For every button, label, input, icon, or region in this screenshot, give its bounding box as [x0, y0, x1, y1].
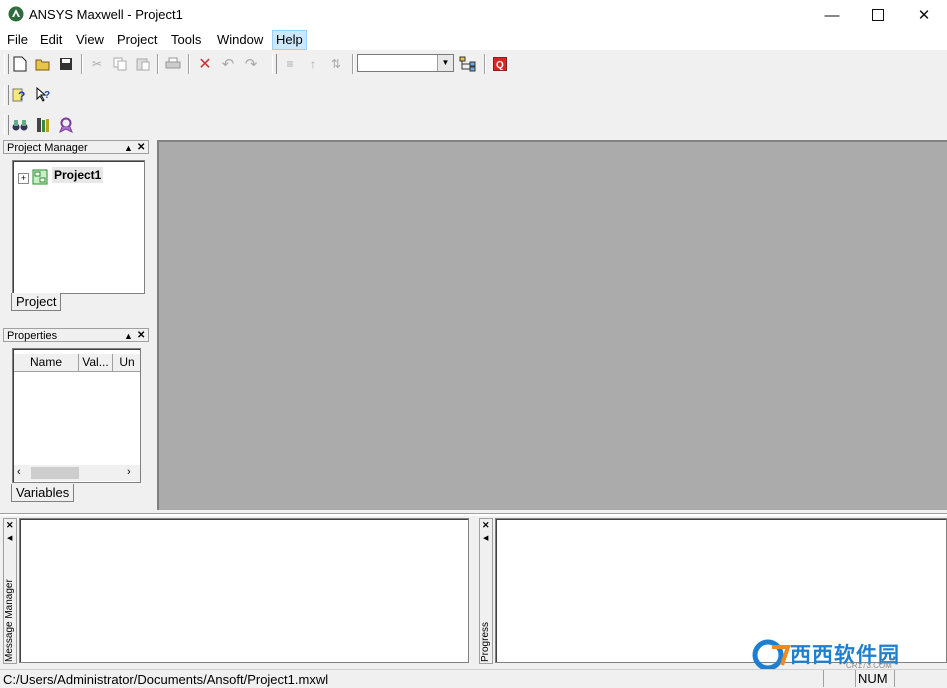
watermark-logo: 西西软件园 CR173.COM	[750, 637, 930, 671]
menu-window[interactable]: Window	[214, 31, 266, 49]
material-icon[interactable]	[56, 115, 76, 135]
horizontal-scrollbar[interactable]: ‹ ›	[14, 465, 140, 481]
num-lock-indicator: NUM	[855, 670, 895, 687]
close-button[interactable]: ✕	[901, 0, 947, 30]
close-panel-icon[interactable]: ✕	[137, 329, 145, 343]
menu-help[interactable]: Help	[272, 30, 307, 50]
message-manager-bar: ✕ ◀ Message Manager	[3, 518, 17, 664]
toolbar-separator	[484, 54, 486, 74]
paste-icon[interactable]	[133, 54, 153, 74]
tab-variables[interactable]: Variables	[11, 484, 75, 502]
progress-bar-panel: ✕ ◀ Progress	[479, 518, 493, 664]
collapse-icon[interactable]: ◀	[483, 534, 488, 542]
project-tree[interactable]: + Project1	[12, 160, 145, 294]
project-manager-header: Project Manager ▲ ✕	[3, 140, 149, 154]
copy-icon[interactable]	[110, 54, 130, 74]
print-icon[interactable]	[163, 54, 183, 74]
mdi-workspace[interactable]	[157, 140, 947, 510]
toolbar-separator	[157, 54, 159, 74]
toolbar-grip[interactable]	[4, 85, 9, 105]
status-bar: C:/Users/Administrator/Documents/Ansoft/…	[0, 669, 947, 688]
toolbar-grip[interactable]	[4, 54, 9, 74]
collapse-icon[interactable]: ▲	[124, 141, 133, 155]
standard-toolbar: ✂ ✕ ↶ ↷ ≡ ↑ ⇅ ▼ Q	[0, 52, 947, 76]
window-title: ANSYS Maxwell - Project1	[29, 7, 183, 22]
project-manager-title: Project Manager	[7, 142, 88, 154]
help-toolbar: ? ?	[0, 83, 947, 107]
close-panel-icon[interactable]: ✕	[482, 520, 490, 531]
toolbar-grip[interactable]	[4, 115, 9, 135]
maximize-button[interactable]	[855, 0, 901, 30]
delete-icon[interactable]: ✕	[195, 54, 215, 74]
properties-header: Properties ▲ ✕	[3, 328, 149, 342]
scroll-right-icon[interactable]: ›	[127, 466, 131, 478]
column-unit[interactable]: Un	[113, 354, 140, 371]
menu-file[interactable]: File	[4, 31, 31, 49]
toolbar-separator	[188, 54, 190, 74]
menu-tools[interactable]: Tools	[168, 31, 204, 49]
ansys-logo-icon	[8, 6, 24, 22]
undo-icon[interactable]: ↶	[218, 54, 238, 74]
layers-icon[interactable]	[33, 115, 53, 135]
open-folder-icon[interactable]	[33, 54, 53, 74]
svg-text:?: ?	[18, 89, 25, 103]
expand-icon[interactable]: +	[18, 173, 29, 184]
project-icon	[32, 169, 48, 188]
move-down-icon[interactable]: ⇅	[326, 54, 346, 74]
status-cell	[823, 670, 856, 687]
toolbar-separator	[352, 54, 354, 74]
svg-text:?: ?	[44, 90, 50, 101]
tree-item-project1[interactable]: Project1	[52, 167, 104, 183]
title-bar: ANSYS Maxwell - Project1 — ✕	[0, 0, 947, 30]
menu-view[interactable]: View	[73, 31, 107, 49]
query-icon[interactable]: Q	[490, 54, 510, 74]
minimize-button[interactable]: —	[809, 0, 855, 30]
tools-toolbar	[0, 113, 947, 137]
menu-project[interactable]: Project	[114, 31, 160, 49]
scroll-left-icon[interactable]: ‹	[17, 466, 21, 478]
close-panel-icon[interactable]: ✕	[137, 141, 145, 155]
chevron-down-icon[interactable]: ▼	[437, 55, 453, 71]
context-help-icon[interactable]: ?	[33, 85, 53, 105]
properties-title: Properties	[7, 330, 58, 342]
collapse-icon[interactable]: ◀	[7, 534, 12, 542]
cut-icon[interactable]: ✂	[87, 54, 107, 74]
progress-label: Progress	[480, 621, 491, 662]
collapse-icon[interactable]: ▲	[124, 329, 133, 343]
menu-bar: File Edit View Project Tools Window Help	[0, 30, 947, 50]
message-manager-label: Message Manager	[4, 579, 15, 662]
properties-header-row: Name Val... Un	[14, 354, 140, 372]
binoculars-icon[interactable]	[10, 115, 30, 135]
message-manager-pane[interactable]	[19, 518, 469, 663]
toolbar-separator	[81, 54, 83, 74]
hierarchy-icon[interactable]	[458, 54, 478, 74]
svg-text:Q: Q	[496, 60, 504, 71]
help-topics-icon[interactable]: ?	[10, 85, 30, 105]
toolbar-grip[interactable]	[272, 54, 277, 74]
save-icon[interactable]	[56, 54, 76, 74]
new-file-icon[interactable]	[10, 54, 30, 74]
status-path: C:/Users/Administrator/Documents/Ansoft/…	[3, 672, 329, 687]
align-icon[interactable]: ≡	[280, 54, 300, 74]
column-name[interactable]: Name	[14, 354, 79, 371]
tab-project[interactable]: Project	[11, 293, 62, 311]
properties-grid[interactable]: Name Val... Un ‹ ›	[12, 348, 141, 483]
close-panel-icon[interactable]: ✕	[6, 520, 14, 531]
redo-icon[interactable]: ↷	[241, 54, 261, 74]
scrollbar-thumb[interactable]	[31, 467, 79, 479]
splitter[interactable]	[0, 513, 947, 516]
column-value[interactable]: Val...	[79, 354, 113, 371]
move-up-icon[interactable]: ↑	[303, 54, 323, 74]
view-combo[interactable]: ▼	[357, 54, 454, 72]
menu-edit[interactable]: Edit	[37, 31, 65, 49]
